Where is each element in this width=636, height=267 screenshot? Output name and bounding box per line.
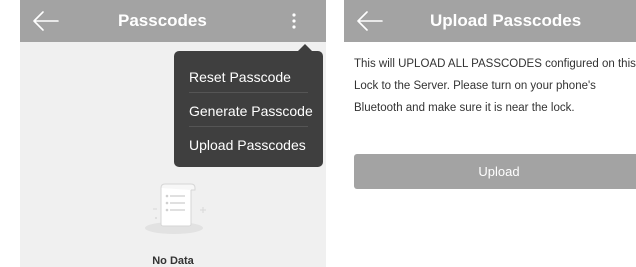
upload-passcodes-screen: Upload Passcodes This will UPLOAD ALL PA… <box>344 0 636 267</box>
arrow-left-icon <box>33 11 59 31</box>
back-button[interactable] <box>32 9 60 33</box>
menu-divider <box>189 92 308 93</box>
menu-item-upload-passcodes[interactable]: Upload Passcodes <box>189 137 306 153</box>
upload-description: This will UPLOAD ALL PASSCODES configure… <box>354 58 636 114</box>
more-options-menu: Reset Passcode Generate Passcode Upload … <box>174 44 323 167</box>
passcodes-screen: Passcodes No Data Reset Passcode Generat… <box>20 0 326 267</box>
back-button[interactable] <box>356 9 384 33</box>
menu-item-generate-passcode[interactable]: Generate Passcode <box>189 103 313 119</box>
arrow-left-icon <box>357 11 383 31</box>
menu-pointer <box>297 44 313 52</box>
more-vertical-icon <box>292 13 296 29</box>
menu-item-reset-passcode[interactable]: Reset Passcode <box>189 69 291 85</box>
menu-divider <box>189 126 308 127</box>
empty-state-text: No Data <box>152 255 194 267</box>
page-title: Upload Passcodes <box>430 11 582 30</box>
more-menu-button[interactable] <box>284 11 304 31</box>
page-title: Passcodes <box>118 11 207 30</box>
upload-button[interactable]: Upload <box>354 154 636 189</box>
upload-header: Upload Passcodes <box>344 0 636 42</box>
passcodes-header: Passcodes <box>20 0 326 42</box>
empty-document-icon <box>134 176 216 238</box>
